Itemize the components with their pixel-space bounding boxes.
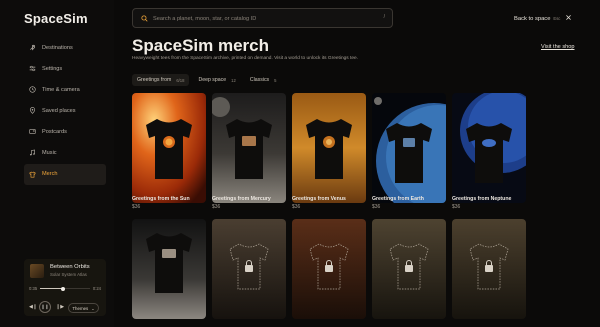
venus-tee-image	[292, 93, 366, 203]
product-name[interactable]: Greetings from Mercury	[212, 196, 271, 202]
visit-shop-link[interactable]: Visit the shop	[541, 44, 574, 50]
tab-count: 5	[274, 77, 277, 83]
product-card-neptune[interactable]	[452, 93, 526, 203]
sidebar-item-destinations[interactable]: Destinations	[24, 37, 106, 58]
neptune-tee-image	[452, 93, 526, 203]
product-card-earth[interactable]	[372, 93, 446, 203]
locked-product-card	[212, 219, 286, 319]
duration-time: 0:24	[92, 286, 101, 291]
product-name[interactable]: Greetings from the Sun	[132, 196, 190, 202]
locked-tee-placeholder	[452, 219, 526, 319]
mercury-tee-image	[212, 93, 286, 203]
search-input[interactable]	[153, 13, 373, 24]
postcard-icon	[29, 129, 36, 135]
product-card-venus[interactable]	[292, 93, 366, 203]
search-shortcut: /	[383, 14, 385, 20]
product-price: $36	[292, 204, 301, 210]
clock-icon	[29, 86, 36, 93]
sidebar-item-merch[interactable]: Merch	[24, 163, 106, 185]
tab-greetings-from[interactable]: Greetings from 6/18	[132, 74, 190, 86]
sidebar: SpaceSim Destinations Settings Time & ca…	[0, 0, 114, 327]
esc-hint: Esc	[553, 16, 561, 21]
sidebar-item-label: Saved places	[42, 107, 76, 114]
locked-tee-placeholder	[212, 219, 286, 319]
product-name[interactable]: Greetings from Neptune	[452, 196, 511, 202]
sidebar-item-label: Music	[42, 149, 57, 156]
sidebar-item-label: Destinations	[42, 44, 73, 51]
track-subtitle: Solar System Atlas	[50, 272, 87, 277]
pause-button[interactable]: ❙❙	[39, 301, 51, 313]
moon-tee-image	[132, 219, 206, 319]
product-name[interactable]: Greetings from Earth	[372, 196, 424, 202]
product-price: $36	[212, 204, 221, 210]
sidebar-item-postcards[interactable]: Postcards	[24, 121, 106, 142]
tab-label: Classics	[249, 77, 270, 83]
close-icon	[566, 15, 572, 20]
tab-deep-space[interactable]: Deep space 12	[193, 74, 240, 86]
previous-icon[interactable]: ◀❙	[29, 304, 37, 310]
product-card-sun[interactable]	[132, 93, 206, 203]
tab-classics[interactable]: Classics 5	[245, 74, 282, 86]
progress-fill	[40, 288, 63, 290]
sidebar-nav: Destinations Settings Time & camera Save…	[24, 37, 106, 185]
search-bar[interactable]: /	[132, 8, 393, 28]
pause-icon: ❙❙	[41, 304, 49, 309]
app-logo[interactable]: SpaceSim	[24, 11, 88, 26]
sidebar-item-label: Time & camera	[42, 86, 80, 93]
back-to-space-button[interactable]: Back to space Esc	[514, 14, 572, 22]
product-card-mercury[interactable]	[212, 93, 286, 203]
back-label: Back to space	[514, 16, 551, 22]
progress-knob[interactable]	[60, 286, 65, 291]
sidebar-item-settings[interactable]: Settings	[24, 58, 106, 79]
locked-product-card	[372, 219, 446, 319]
tab-count: 12	[231, 77, 236, 83]
music-player: Between Orbits Solar System Atlas 0:35 0…	[24, 259, 106, 316]
search-icon	[141, 15, 148, 22]
product-price: $36	[132, 204, 141, 210]
sidebar-item-label: Postcards	[42, 128, 67, 135]
tab-label: Greetings from	[137, 77, 172, 83]
progress-slider[interactable]	[40, 286, 90, 291]
themes-label: Themes	[72, 305, 89, 311]
sidebar-item-label: Merch	[42, 171, 58, 178]
sidebar-item-time-camera[interactable]: Time & camera	[24, 79, 106, 100]
locked-tee-placeholder	[372, 219, 446, 319]
album-art	[30, 264, 44, 278]
product-price: $36	[372, 204, 381, 210]
sidebar-item-label: Settings	[42, 65, 63, 72]
themes-dropdown[interactable]: Themes ⌄	[68, 303, 99, 313]
locked-product-card	[452, 219, 526, 319]
locked-product-card	[292, 219, 366, 319]
rocket-icon	[30, 44, 36, 51]
tab-label: Deep space	[198, 77, 227, 83]
music-icon	[30, 150, 35, 156]
earth-tee-image	[372, 93, 446, 203]
locked-tee-placeholder	[292, 219, 366, 319]
sun-tee-image	[132, 93, 206, 203]
page-subtitle: Heavyweight tees from the SpaceSim archi…	[132, 56, 359, 61]
product-name[interactable]: Greetings from Venus	[292, 196, 346, 202]
track-title: Between Orbits	[50, 264, 90, 270]
tab-count: 6/18	[176, 77, 185, 83]
chevron-down-icon: ⌄	[91, 305, 95, 311]
category-tabs: Greetings from 6/18 Deep space 12 Classics…	[132, 74, 285, 86]
sidebar-item-saved-places[interactable]: Saved places	[24, 100, 106, 121]
product-price: $36	[452, 204, 461, 210]
elapsed-time: 0:35	[29, 286, 38, 291]
product-card-moon[interactable]	[132, 219, 206, 319]
pin-icon	[29, 107, 36, 115]
next-icon[interactable]: ❙▶	[56, 304, 64, 310]
page-title: SpaceSim merch	[132, 36, 270, 55]
tshirt-icon	[29, 171, 36, 178]
sidebar-item-music[interactable]: Music	[24, 142, 106, 163]
sliders-icon	[29, 65, 36, 72]
